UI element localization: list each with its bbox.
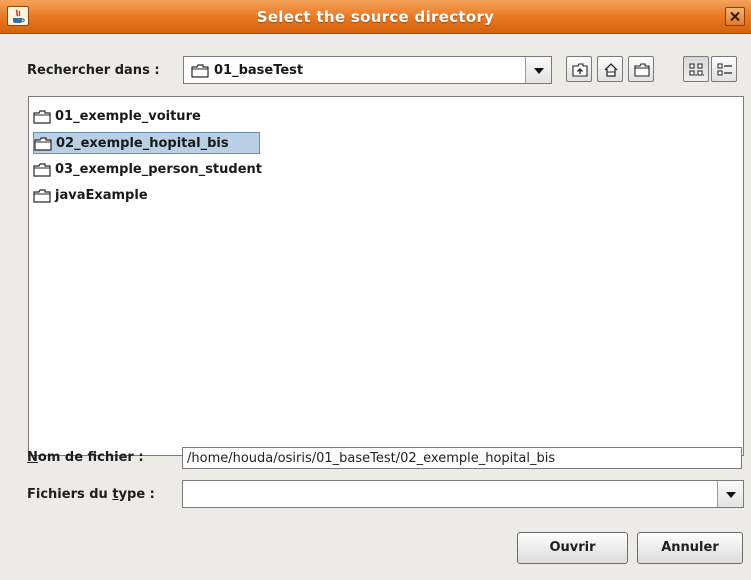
new-folder-icon xyxy=(634,63,650,77)
up-folder-button[interactable] xyxy=(566,56,592,82)
home-button[interactable] xyxy=(597,56,623,82)
filetype-combo[interactable] xyxy=(182,480,744,508)
folder-icon xyxy=(33,163,51,177)
folder-name: 02_exemple_hopital_bis xyxy=(56,136,229,151)
list-view-icon xyxy=(689,63,704,76)
filename-label: Nom de fichier : xyxy=(27,450,144,465)
list-item[interactable]: 02_exemple_hopital_bis xyxy=(33,132,260,154)
close-icon xyxy=(730,11,740,22)
folder-icon xyxy=(33,110,51,124)
folder-icon xyxy=(33,189,51,203)
filename-input[interactable]: /home/houda/osiris/01_baseTest/02_exempl… xyxy=(182,447,742,469)
folder-name: 01_exemple_voiture xyxy=(55,109,201,124)
chevron-down-icon xyxy=(534,68,544,74)
close-button[interactable] xyxy=(725,7,745,26)
details-view-icon xyxy=(717,63,732,76)
details-view-button[interactable] xyxy=(711,56,737,82)
filetype-dropdown-button[interactable] xyxy=(717,481,743,507)
list-item[interactable]: javaExample xyxy=(33,185,163,207)
new-folder-button[interactable] xyxy=(628,56,654,82)
list-view-button[interactable] xyxy=(683,56,709,82)
file-list[interactable]: 01_exemple_voiture 02_exemple_hopital_bi… xyxy=(28,96,744,456)
filetype-label: Fichiers du type : xyxy=(27,487,155,502)
look-in-dropdown-button[interactable] xyxy=(525,57,551,83)
open-button[interactable]: Ouvrir xyxy=(517,532,628,564)
look-in-combo[interactable]: 01_baseTest xyxy=(183,56,552,84)
folder-icon xyxy=(191,64,209,78)
title-bar: Select the source directory xyxy=(0,0,751,34)
look-in-label: Rechercher dans : xyxy=(27,63,160,78)
list-item[interactable]: 01_exemple_voiture xyxy=(33,106,223,128)
folder-name: 03_exemple_person_student xyxy=(55,162,262,177)
up-folder-icon xyxy=(572,63,588,77)
window-title: Select the source directory xyxy=(256,8,495,26)
folder-icon xyxy=(34,137,52,151)
home-icon xyxy=(604,63,618,77)
look-in-value: 01_baseTest xyxy=(214,63,304,78)
folder-name: javaExample xyxy=(55,188,148,203)
cancel-button[interactable]: Annuler xyxy=(637,532,743,564)
chevron-down-icon xyxy=(726,492,736,498)
list-item[interactable]: 03_exemple_person_student xyxy=(33,159,298,181)
